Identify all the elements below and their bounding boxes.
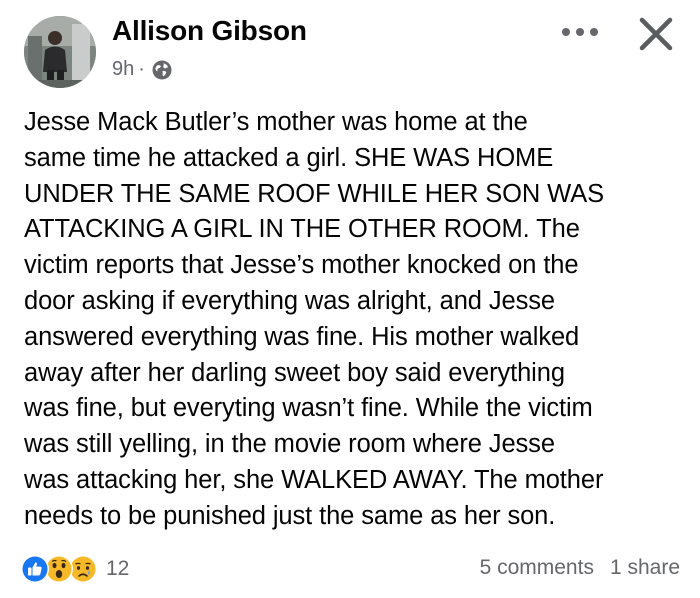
close-icon — [639, 17, 673, 51]
post-body: Jesse Mack Butler’s mother was home at t… — [24, 108, 605, 530]
engagement-counts: 5 comments 1 share — [480, 556, 680, 580]
post-footer: 12 5 comments 1 share — [20, 552, 680, 588]
shares-count-link[interactable]: 1 share — [610, 556, 680, 580]
more-options-icon — [562, 28, 598, 36]
facebook-post: Allison Gibson 9h · Jesse Mack Butler’s … — [0, 0, 700, 598]
post-time[interactable]: 9h — [112, 58, 134, 81]
comments-count-link[interactable]: 5 comments — [480, 556, 594, 580]
close-button[interactable] — [630, 8, 682, 60]
post-meta: 9h · — [112, 58, 173, 81]
globe-icon — [151, 59, 173, 81]
reactions-summary[interactable]: 12 — [20, 554, 129, 584]
author-name[interactable]: Allison Gibson — [112, 15, 307, 47]
like-icon — [20, 554, 50, 584]
reaction-count: 12 — [106, 557, 130, 580]
meta-separator: · — [138, 58, 145, 80]
more-options-button[interactable] — [556, 14, 604, 50]
avatar[interactable] — [24, 16, 96, 88]
